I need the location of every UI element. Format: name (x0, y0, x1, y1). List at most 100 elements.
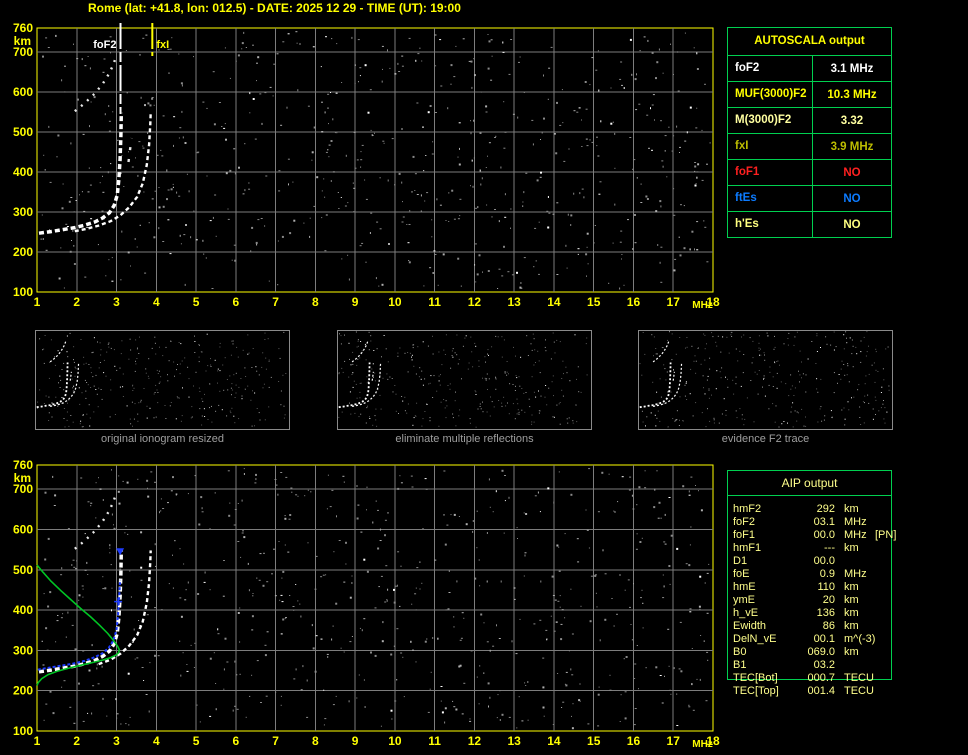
table-row: foE 0.9 MHz (733, 568, 908, 581)
svg-text:7: 7 (272, 295, 279, 309)
aip-cell: 00.1 (813, 633, 835, 645)
svg-text:6: 6 (232, 295, 239, 309)
aip-cell: 110 (817, 581, 835, 593)
aip-cell: TECU (844, 685, 874, 697)
svg-text:5: 5 (193, 295, 200, 309)
aip-cell: TEC[Bot] (733, 672, 778, 684)
aip-cell: MHz (844, 516, 867, 528)
svg-text:300: 300 (13, 643, 33, 657)
autoscala-table-header: AUTOSCALA output (728, 28, 891, 56)
svg-text:5: 5 (193, 734, 200, 748)
svg-text:13: 13 (507, 295, 521, 309)
aip-cell: km (844, 581, 859, 593)
aip-cell (869, 581, 908, 594)
table-row: h_vE 136 km (733, 607, 908, 620)
parameter-label: MUF(3000)F2 (728, 82, 813, 107)
svg-text:11: 11 (428, 734, 441, 748)
svg-text:2: 2 (73, 734, 80, 748)
aip-cell (869, 516, 908, 529)
svg-text:200: 200 (13, 245, 33, 259)
aip-cell: MHz (844, 529, 867, 541)
svg-text:500: 500 (13, 563, 33, 577)
aip-cell: foF2 (733, 516, 756, 528)
svg-text:2: 2 (73, 295, 80, 309)
svg-text:100: 100 (13, 285, 33, 299)
aip-cell: DelN_vE (733, 633, 777, 645)
svg-text:13: 13 (507, 734, 521, 748)
main-ionogram-chart: foF2 fxI760km7006005004003002001001 2 3 4 5 6 7… (13, 21, 720, 311)
autoscala-window: Rome (lat: +41.8, lon: 012.5) - DATE: 20… (0, 0, 968, 755)
svg-text:3: 3 (113, 295, 120, 309)
aip-cell: km (844, 646, 859, 658)
aip-cell: B1 (733, 659, 747, 671)
table-row: ymE 20 km (733, 594, 908, 607)
svg-text:600: 600 (13, 85, 33, 99)
svg-text:9: 9 (352, 734, 359, 748)
table-row: MUF(3000)F2 10.3 MHz (728, 82, 891, 108)
table-row: foF2 03.1 MHz (733, 516, 908, 529)
svg-text:12: 12 (468, 295, 482, 309)
svg-text:600: 600 (13, 522, 33, 536)
svg-text:9: 9 (352, 295, 359, 309)
table-row: TEC[Top] 001.4 TECU (733, 685, 908, 698)
aip-cell: hmF2 (733, 503, 762, 515)
aip-cell (869, 685, 908, 698)
autoscala-output-table: AUTOSCALA output foF2 3.1 MHz MUF(3000)F2 1… (727, 27, 892, 238)
aip-cell (869, 542, 908, 555)
parameter-value: 3.1 MHz (830, 62, 874, 75)
aip-cell: D1 (733, 555, 748, 567)
aip-table-header: AIP output (728, 471, 891, 496)
table-row: hmF2 292 km (733, 503, 908, 516)
svg-text:4: 4 (153, 734, 160, 748)
aip-cell: km (844, 503, 859, 515)
svg-text:15: 15 (587, 734, 601, 748)
parameter-value: NO (843, 218, 861, 231)
parameter-label: foF1 (728, 160, 813, 185)
parameter-label: M(3000)F2 (728, 108, 813, 133)
svg-text:700: 700 (13, 45, 33, 59)
parameter-value: NO (843, 192, 861, 205)
aip-cell: km (844, 594, 859, 606)
svg-text:760: 760 (13, 21, 33, 35)
svg-text:8: 8 (312, 295, 319, 309)
aip-cell: --- (824, 542, 835, 554)
aip-cell (869, 659, 908, 672)
aip-cell: 292 (816, 503, 835, 515)
svg-text:14: 14 (547, 295, 561, 309)
svg-text:400: 400 (13, 603, 33, 617)
table-row: DelN_vE 00.1 m^(-3) (733, 633, 908, 646)
aip-cell: foF1 (733, 529, 756, 541)
frequency-marker-label: fxI (156, 39, 169, 51)
page-title: Rome (lat: +41.8, lon: 012.5) - DATE: 20… (88, 1, 461, 15)
aip-cell: 0.9 (819, 568, 835, 580)
svg-text:11: 11 (428, 295, 441, 309)
parameter-label: foF2 (728, 56, 813, 81)
parameter-value: 3.32 (840, 114, 864, 127)
svg-text:7: 7 (272, 734, 279, 748)
svg-text:700: 700 (13, 482, 33, 496)
aip-cell (869, 672, 908, 685)
svg-text:10: 10 (388, 295, 402, 309)
svg-text:760: 760 (13, 458, 33, 472)
autoscala-table-rows: foF2 3.1 MHz MUF(3000)F2 10.3 MHz M(3000)F2 3… (728, 56, 891, 237)
table-row: foF1 NO (728, 160, 891, 186)
svg-text:4: 4 (153, 295, 160, 309)
thumbnail-eliminate-reflections (337, 330, 592, 430)
table-row: hmF1 --- km (733, 542, 908, 555)
aip-cell: 86 (822, 620, 835, 632)
table-row: Ewidth 86 km (733, 620, 908, 633)
thumbnail-caption: original ionogram resized (101, 433, 224, 445)
aip-cell: ymE (733, 594, 755, 606)
aip-cell: TEC[Top] (733, 685, 779, 697)
aip-cell (869, 620, 908, 633)
thumbnail-original-ionogram (35, 330, 290, 430)
aip-cell (835, 555, 869, 568)
table-row: h'Es NO (728, 212, 891, 237)
table-row: B1 03.2 (733, 659, 908, 672)
aip-cell: h_vE (733, 607, 759, 619)
svg-text:MHz: MHz (692, 739, 713, 750)
aip-cell (869, 607, 908, 620)
frequency-marker-label: foF2 (93, 39, 116, 51)
aip-cell (869, 633, 908, 646)
thumbnail-original-ionogram-plot (36, 331, 289, 429)
